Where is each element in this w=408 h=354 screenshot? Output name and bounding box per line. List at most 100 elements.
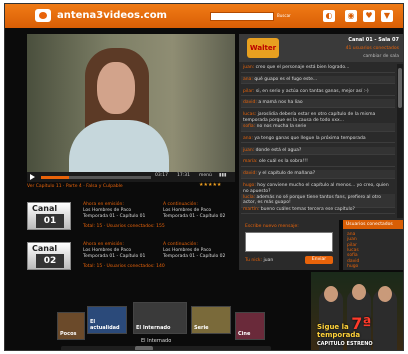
chat-title: Canal 01 - Sala 07 xyxy=(348,37,399,43)
volume-icon[interactable]: ▮▮▮ xyxy=(219,173,226,178)
channel-logo-number: 02 xyxy=(36,254,64,268)
video-person-face xyxy=(97,62,135,114)
chat-message-user: pilar: xyxy=(243,88,255,94)
chat-message: pilar: si, en serio y actúa con tantas g… xyxy=(241,88,395,97)
progress-fill xyxy=(41,176,69,179)
now-text[interactable]: Los Hombres de Paco Temporada 01 - Capít… xyxy=(83,248,153,260)
chat-message-text: no nos mucha la serie xyxy=(256,124,307,129)
chat-icon[interactable]: ♥ xyxy=(363,10,375,22)
connected-user[interactable]: david xyxy=(347,259,359,264)
chat-panel: Walter Canal 01 - Sala 07 41 usuarios co… xyxy=(239,34,403,220)
chat-message-text: bueno cuáles temas tercera ese capítulo? xyxy=(260,206,355,212)
video-player[interactable] xyxy=(27,34,235,172)
chat-message-text: creo que el personaje está bien logrado.… xyxy=(255,65,350,70)
carousel-item[interactable]: El actualidad xyxy=(87,306,127,334)
chat-message: juan: creo que el personaje está bien lo… xyxy=(241,64,395,73)
channel-logo[interactable]: Canal 02 xyxy=(27,242,71,270)
next-label: A continuación: xyxy=(163,202,198,207)
now-label: Ahora en emisión: xyxy=(83,242,124,247)
chat-message-text: si, en serio y actúa con tantas ganas, m… xyxy=(255,88,369,94)
connected-user[interactable]: pilar xyxy=(347,243,357,248)
chat-message-user: juan: xyxy=(243,65,255,70)
chat-message-text: qué guapo es el fugo este... xyxy=(254,76,318,82)
chat-users-count[interactable]: 41 usuarios conectados xyxy=(346,46,399,51)
connected-user[interactable]: hugo xyxy=(347,264,358,269)
promo-person-head xyxy=(352,284,366,300)
channel-meta: Total: 15 · Usuarios conectados: 140 xyxy=(83,264,165,269)
promo-banner[interactable]: Sigue la 7ª temporada CAPITULO ESTRENO xyxy=(311,272,403,350)
chat-message-text: jaroslidia debería estar en otro capítul… xyxy=(243,112,376,123)
carousel-item[interactable]: Pocos xyxy=(57,312,85,340)
send-button[interactable]: Enviar xyxy=(305,256,333,264)
now-text[interactable]: Los Hombres de Paco Temporada 01 - Capít… xyxy=(83,208,153,220)
connected-user[interactable]: sofía xyxy=(347,253,358,258)
channel-row-1[interactable]: Canal 01 Ahora en emisión: Los Hombres d… xyxy=(27,202,235,230)
video-person-body xyxy=(69,120,169,172)
chat-message-text: ole cuál es la sobra!!! xyxy=(258,159,308,165)
carousel-caption: El Internado xyxy=(141,338,172,344)
chat-message-user: ana: xyxy=(243,135,253,141)
logo-icon[interactable] xyxy=(35,9,51,22)
message-input[interactable] xyxy=(245,232,333,252)
chat-message-user: david: xyxy=(243,171,257,177)
next-text[interactable]: Los Hombres de Paco Temporada 01 - Capít… xyxy=(163,248,233,260)
player-controls: 03:17 17:31 menú ▮▮▮ xyxy=(27,172,235,182)
connected-user[interactable]: juan xyxy=(347,237,357,242)
menu-button[interactable]: menú xyxy=(199,173,212,178)
site-name[interactable]: antena3videos.com xyxy=(57,10,167,21)
download-icon[interactable]: ▼ xyxy=(381,10,393,22)
change-room-link[interactable]: cambiar de sala xyxy=(363,54,399,59)
chat-message-user: juan: xyxy=(243,147,255,153)
promo-text: Sigue la 7ª temporada CAPITULO ESTRENO xyxy=(317,314,373,348)
play-icon[interactable] xyxy=(30,174,35,180)
chat-message-user: david: xyxy=(243,100,257,106)
write-message-box: Escribe nuevo mensaje: Tu nick: juan Env… xyxy=(239,220,339,270)
chat-message-user: lucas: xyxy=(243,112,257,118)
now-label: Ahora en emisión: xyxy=(83,202,124,207)
connected-users-header: Usuarios conectados xyxy=(343,220,403,229)
write-label: Escribe nuevo mensaje: xyxy=(245,224,299,229)
chat-header: Walter Canal 01 - Sala 07 41 usuarios co… xyxy=(239,34,403,62)
channel-logo[interactable]: Canal 01 xyxy=(27,202,71,230)
chat-message-text: y el capítulo de mañana? xyxy=(258,171,316,177)
chat-message-text: hoy conviene mucho el capítulo al menos.… xyxy=(243,183,389,194)
chat-message: maría: ole cuál es la sobra!!! xyxy=(241,158,395,167)
carousel-item[interactable]: El Internado xyxy=(133,302,187,334)
carousel-item[interactable]: Serie xyxy=(191,306,231,334)
chat-scrollbar-thumb[interactable] xyxy=(398,68,402,108)
rating-stars[interactable]: ★★★★★ xyxy=(199,182,221,188)
carousel-scrollbar-thumb[interactable] xyxy=(135,346,153,350)
chat-message-user: martín: xyxy=(243,206,260,212)
carousel-scrollbar[interactable] xyxy=(61,346,271,350)
chat-message: juan: donde está el agua? xyxy=(241,146,395,156)
nick-label: Tu nick: juan xyxy=(245,258,274,263)
video-caption[interactable]: Ver Capítulo 11 · Parte 4 · Falsa y Culp… xyxy=(27,184,123,189)
chat-message-text: ya tengo ganas que llegue la próxima tem… xyxy=(254,135,366,141)
channel-logo-name: Canal xyxy=(32,204,58,213)
app-frame: antena3videos.com Buscar ◐ ◉ ♥ ▼ 03:17 1… xyxy=(4,3,404,351)
progress-bar[interactable] xyxy=(41,176,151,179)
carousel-item[interactable]: Cine xyxy=(235,312,265,340)
chat-message: david: a mamá nos ha liao xyxy=(241,99,395,108)
promo-person-head xyxy=(324,286,338,302)
chat-message-user: maría: xyxy=(243,159,258,165)
chat-message: martín: bueno cuáles temas tercera ese c… xyxy=(241,206,395,215)
channel-logo-number: 01 xyxy=(36,214,64,228)
nick-value: juan xyxy=(263,258,274,263)
search-button[interactable]: Buscar xyxy=(277,11,305,21)
chat-message-text: además no sé porque tiene tantos fans, p… xyxy=(243,194,381,206)
time-current: 03:17 xyxy=(155,173,168,178)
next-text[interactable]: Los Hombres de Paco Temporada 01 - Capít… xyxy=(163,208,233,220)
channel-meta: Total: 15 · Usuarios conectados: 155 xyxy=(83,224,165,229)
chat-message: sofía: no nos mucha la serie xyxy=(241,123,395,132)
time-total: 17:31 xyxy=(177,173,190,178)
chat-message-text: donde está el agua? xyxy=(255,147,302,153)
chat-message: david: y el capítulo de mañana? xyxy=(241,170,395,179)
connected-users-panel: Usuarios conectados ana juan pilar lucas sof… xyxy=(343,220,403,270)
rss-icon[interactable]: ◉ xyxy=(345,10,357,22)
channel-row-2[interactable]: Canal 02 Ahora en emisión: Los Hombres d… xyxy=(27,242,235,270)
chat-message: ana: qué guapo es el fugo este... xyxy=(241,75,395,85)
search-input[interactable] xyxy=(210,12,274,21)
chat-message-user: hugo: xyxy=(243,183,256,188)
toggle-icon[interactable]: ◐ xyxy=(323,10,335,22)
